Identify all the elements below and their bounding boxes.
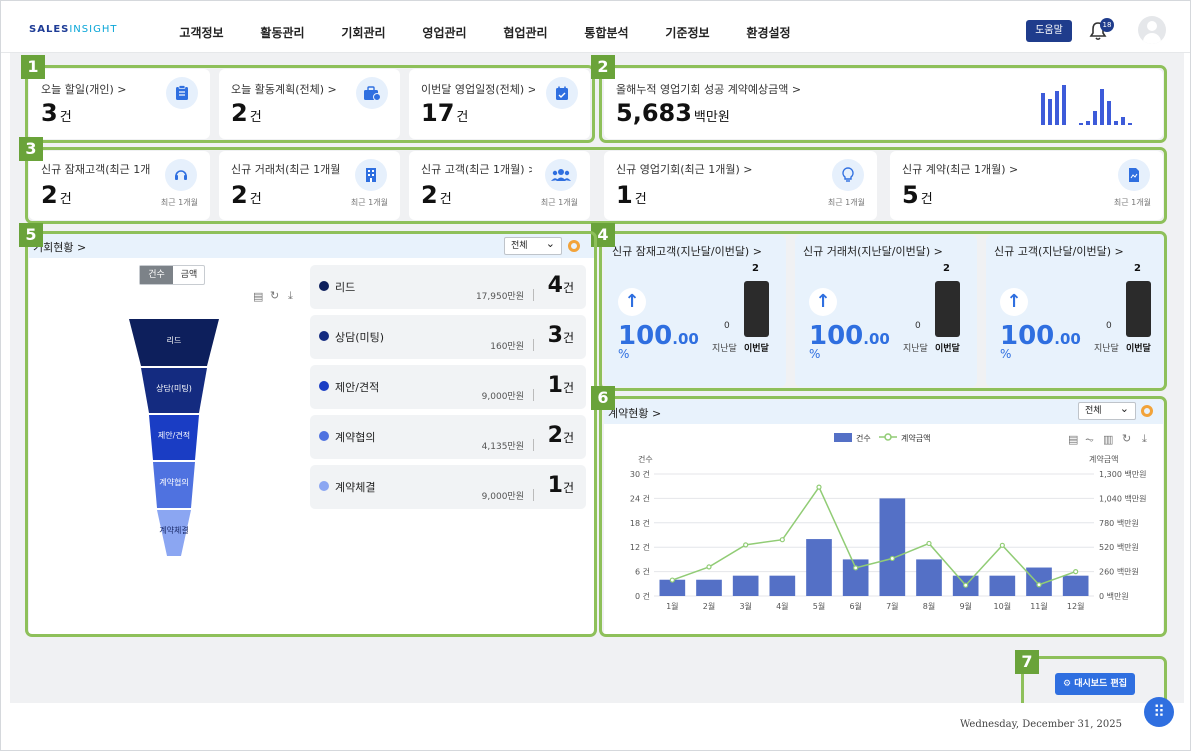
nav-item[interactable]: 영업관리 bbox=[404, 1, 485, 53]
dashboard-edit-button[interactable]: ⚙ 대시보드 편집 bbox=[1055, 673, 1135, 695]
top-header: SALESINSIGHT 고객정보 활동관리 기회관리 영업관리 협업관리 통합분석 기준정… bbox=[1, 1, 1190, 53]
logo[interactable]: SALESINSIGHT bbox=[29, 24, 117, 35]
logo-sub: INSIGHT bbox=[69, 24, 118, 35]
annotation-marker-7: 7 bbox=[1015, 650, 1039, 674]
footer-date: Wednesday, December 31, 2025 bbox=[959, 719, 1122, 730]
annotation-box-4 bbox=[599, 231, 1167, 391]
main-nav: 고객정보 활동관리 기회관리 영업관리 협업관리 통합분석 기준정보 환경설정 bbox=[161, 1, 809, 53]
annotation-marker-3: 3 bbox=[19, 137, 43, 161]
annotation-box-2 bbox=[599, 65, 1167, 143]
nav-item[interactable]: 고객정보 bbox=[161, 1, 242, 53]
annotation-box-5 bbox=[25, 231, 597, 637]
annotation-marker-2: 2 bbox=[591, 55, 615, 79]
logo-main: SALES bbox=[29, 24, 70, 35]
annotation-box-6 bbox=[599, 396, 1167, 637]
footer: Wednesday, December 31, 2025 bbox=[1, 703, 1190, 750]
grid-menu-icon[interactable]: ⠿ bbox=[1144, 697, 1174, 727]
app-window: SALESINSIGHT 고객정보 활동관리 기회관리 영업관리 협업관리 통합분석 기준정… bbox=[0, 0, 1191, 751]
nav-item[interactable]: 환경설정 bbox=[728, 1, 809, 53]
avatar[interactable] bbox=[1138, 16, 1166, 44]
annotation-box-1 bbox=[25, 65, 595, 143]
nav-item[interactable]: 통합분석 bbox=[566, 1, 647, 53]
nav-item[interactable]: 협업관리 bbox=[485, 1, 566, 53]
annotation-box-3 bbox=[25, 147, 1167, 224]
nav-item[interactable]: 기준정보 bbox=[647, 1, 728, 53]
nav-item[interactable]: 기회관리 bbox=[323, 1, 404, 53]
annotation-marker-5: 5 bbox=[19, 223, 43, 247]
help-button[interactable]: 도움말 bbox=[1026, 20, 1072, 42]
annotation-marker-6: 6 bbox=[591, 386, 615, 410]
nav-item[interactable]: 활동관리 bbox=[242, 1, 323, 53]
annotation-marker-1: 1 bbox=[21, 55, 45, 79]
notification-badge: 18 bbox=[1100, 18, 1114, 32]
